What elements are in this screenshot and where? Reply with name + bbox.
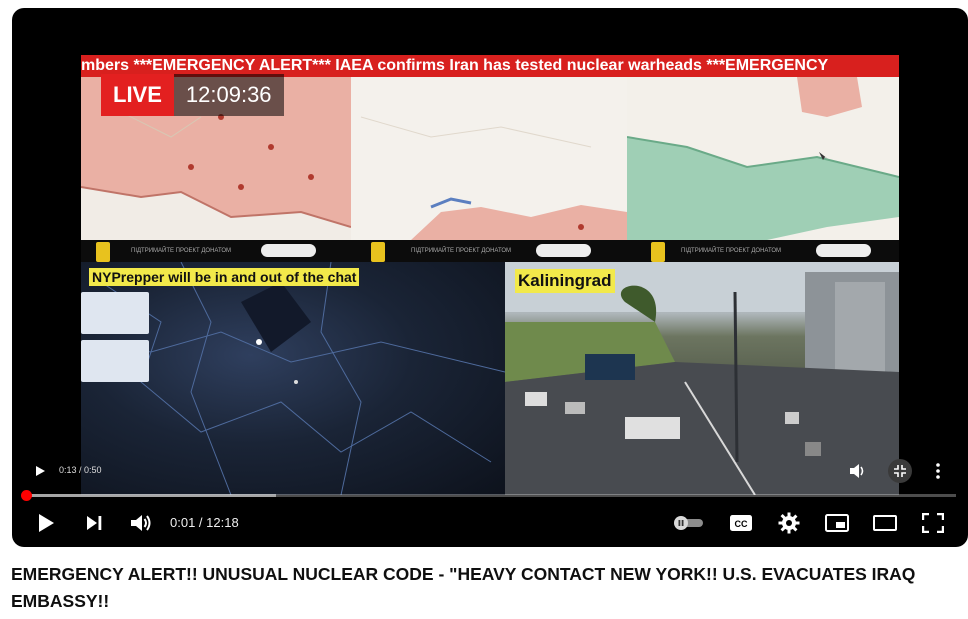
donate-text: ПІДТРИМАЙТЕ ПРОЕКТ ДОНАТОМ xyxy=(681,248,782,254)
live-badge: LIVE xyxy=(101,74,174,116)
radar-map-panel xyxy=(81,262,505,495)
map-panel-right xyxy=(627,77,899,240)
more-options-icon[interactable] xyxy=(930,461,946,481)
donate-button xyxy=(536,244,591,257)
fullscreen-icon[interactable] xyxy=(919,511,947,535)
autoplay-toggle[interactable] xyxy=(672,511,706,535)
volume-button[interactable] xyxy=(128,511,154,535)
street-camera-panel xyxy=(505,262,899,495)
inner-exit-fullscreen-icon[interactable] xyxy=(888,459,912,483)
donate-logo-icon xyxy=(371,242,385,262)
inner-time-display: 0:13 / 0:50 xyxy=(59,465,102,475)
settings-gear-icon[interactable] xyxy=(776,511,802,535)
theater-mode-icon[interactable] xyxy=(871,511,899,535)
svg-text:CC: CC xyxy=(735,519,748,529)
progress-scrubber[interactable] xyxy=(21,490,32,501)
donate-text: ПІДТРИМАЙТЕ ПРОЕКТ ДОНАТОМ xyxy=(131,248,232,254)
subtitles-cc-icon[interactable]: CC xyxy=(728,511,754,535)
video-frame[interactable]: mbers ***EMERGENCY ALERT*** IAEA confirm… xyxy=(81,55,899,495)
chat-caption: NYPrepper will be in and out of the chat xyxy=(89,268,360,286)
donate-logo-icon xyxy=(651,242,665,262)
donate-banner-row: ПІДТРИМАЙТЕ ПРОЕКТ ДОНАТОМ ПІДТРИМАЙТЕ П… xyxy=(81,240,899,262)
map-panel-middle xyxy=(351,77,627,240)
next-button[interactable] xyxy=(82,511,106,535)
donate-text: ПІДТРИМАЙТЕ ПРОЕКТ ДОНАТОМ xyxy=(411,248,512,254)
donate-logo-icon xyxy=(96,242,110,262)
location-caption: Kaliningrad xyxy=(515,269,615,293)
video-title[interactable]: EMERGENCY ALERT!! UNUSUAL NUCLEAR CODE -… xyxy=(11,561,961,615)
donate-button xyxy=(816,244,871,257)
inner-volume-icon[interactable] xyxy=(848,461,868,481)
ticker-text: mbers ***EMERGENCY ALERT*** IAEA confirm… xyxy=(81,57,829,74)
donate-button xyxy=(261,244,316,257)
live-clock: 12:09:36 xyxy=(185,82,272,107)
time-display: 0:01 / 12:18 xyxy=(170,515,239,530)
inner-play-icon[interactable] xyxy=(32,463,48,479)
video-player[interactable]: mbers ***EMERGENCY ALERT*** IAEA confirm… xyxy=(12,8,968,547)
play-button[interactable] xyxy=(34,511,58,535)
live-indicator: LIVE 12:09:36 xyxy=(101,74,284,116)
progress-buffered xyxy=(24,494,276,497)
miniplayer-icon[interactable] xyxy=(823,511,851,535)
